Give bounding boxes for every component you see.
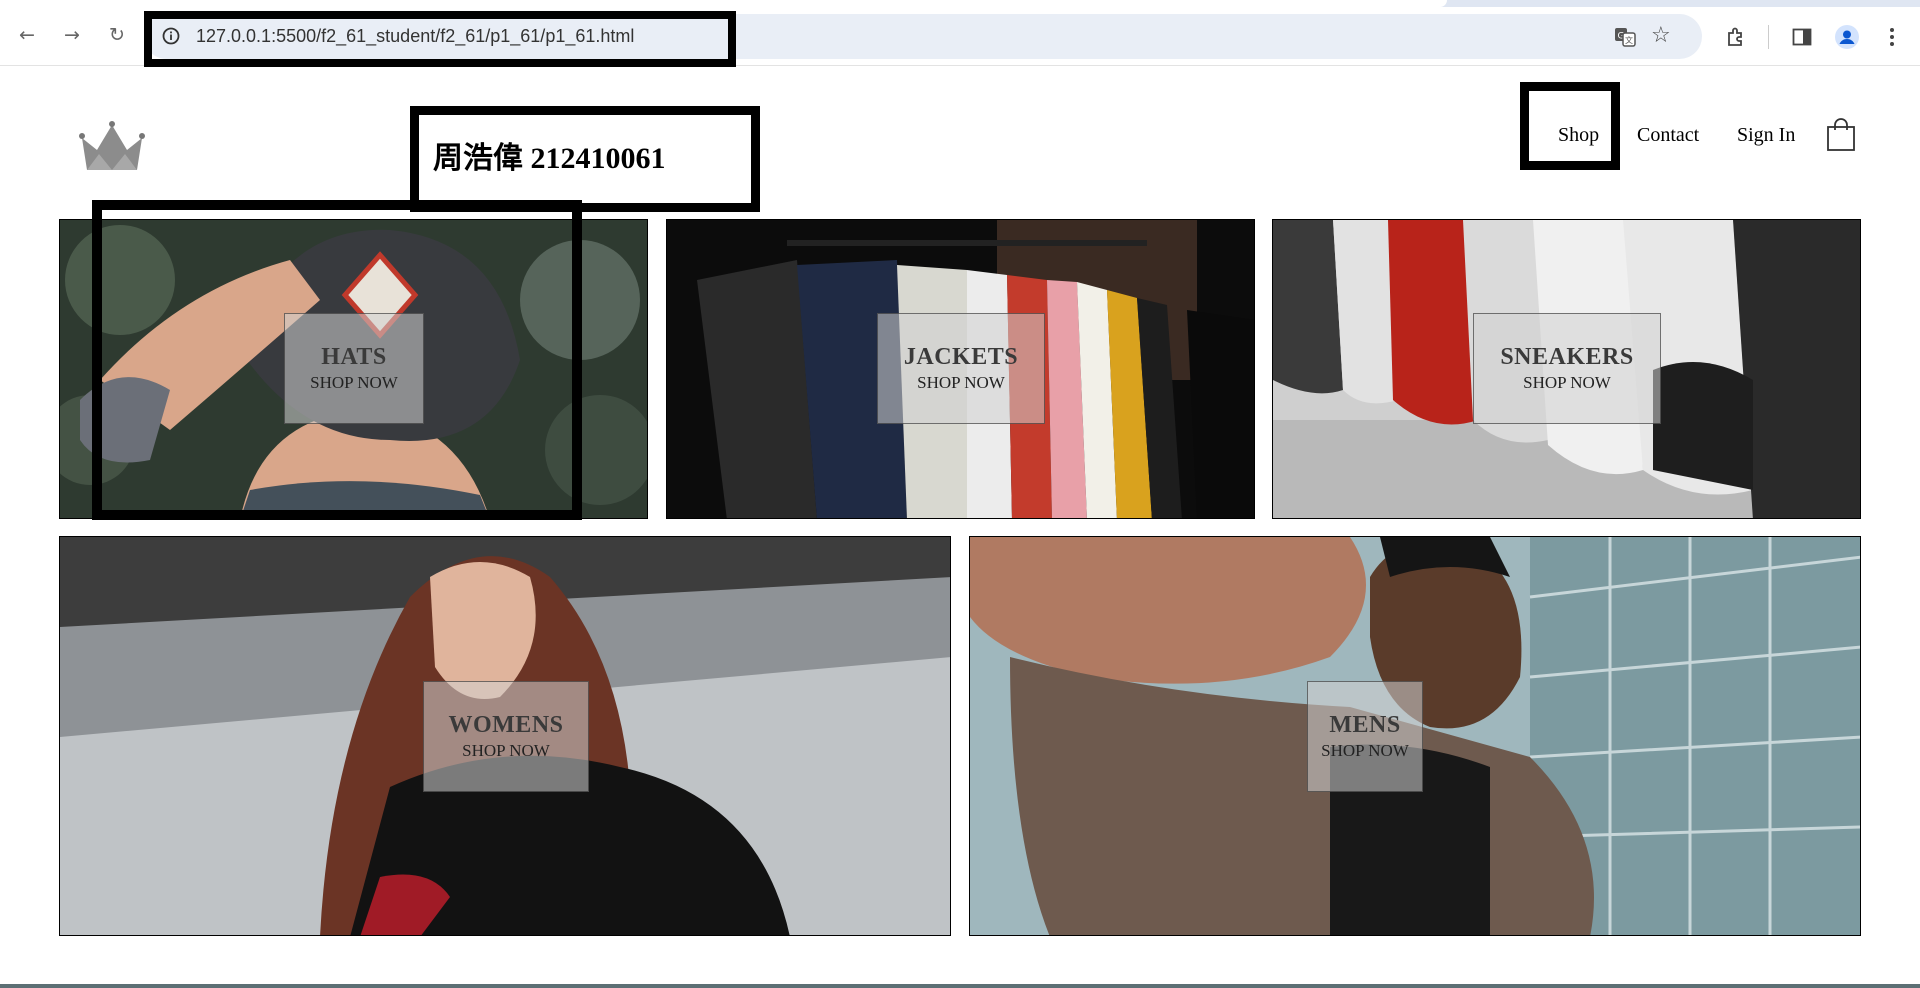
nav-sign-in[interactable]: Sign In (1737, 124, 1795, 147)
student-name-id: 周浩偉 212410061 (433, 142, 666, 175)
reload-icon[interactable]: ↻ (102, 20, 132, 50)
tile-title: JACKETS (903, 344, 1019, 370)
sidepanel-icon[interactable] (1790, 25, 1814, 49)
profile-icon[interactable] (1835, 25, 1859, 49)
sneakers-label[interactable]: SNEAKERS SHOP NOW (1473, 313, 1661, 424)
translate-icon[interactable]: G文 (1614, 26, 1636, 48)
tile-title: SNEAKERS (1500, 344, 1634, 370)
tile-subtitle[interactable]: SHOP NOW (878, 373, 1044, 393)
tile-subtitle[interactable]: SHOP NOW (424, 741, 588, 761)
category-tile-jackets[interactable]: JACKETS SHOP NOW (666, 219, 1255, 519)
category-tile-womens[interactable]: WOMENS SHOP NOW (59, 536, 951, 936)
forward-icon[interactable]: → (57, 20, 87, 50)
active-tab[interactable] (0, 0, 1447, 7)
url-highlight-box (144, 11, 736, 67)
jackets-label[interactable]: JACKETS SHOP NOW (877, 313, 1045, 424)
womens-label[interactable]: WOMENS SHOP NOW (423, 681, 589, 792)
shopping-bag-icon[interactable] (1826, 118, 1856, 152)
nav-contact[interactable]: Contact (1637, 124, 1699, 147)
extensions-icon[interactable] (1724, 25, 1748, 49)
category-tile-sneakers[interactable]: SNEAKERS SHOP NOW (1272, 219, 1861, 519)
svg-text:文: 文 (1625, 35, 1633, 45)
tile-subtitle[interactable]: SHOP NOW (1474, 373, 1660, 393)
mens-label[interactable]: MENS SHOP NOW (1307, 681, 1423, 792)
crown-logo-icon[interactable] (79, 120, 145, 174)
tile-title: MENS (1329, 712, 1401, 738)
category-tile-mens[interactable]: MENS SHOP NOW (969, 536, 1861, 936)
tile-subtitle[interactable]: SHOP NOW (1308, 741, 1422, 761)
tile-title: WOMENS (448, 712, 564, 738)
nav-shop[interactable]: Shop (1558, 124, 1599, 147)
menu-icon[interactable] (1880, 25, 1904, 49)
star-icon[interactable]: ☆ (1651, 23, 1671, 48)
back-icon[interactable]: ← (12, 20, 42, 50)
bottom-edge-line (0, 984, 1920, 988)
hats-highlight-box (92, 200, 582, 520)
toolbar-divider (1768, 25, 1769, 49)
tab-strip (0, 0, 1920, 7)
